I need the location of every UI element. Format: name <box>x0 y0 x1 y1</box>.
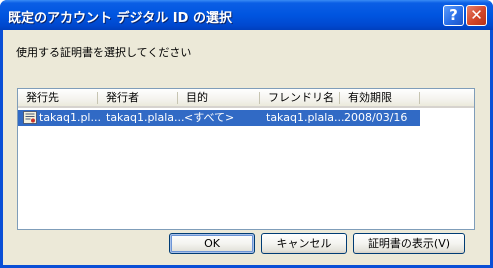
cell-issued-to: takaq1.pl... <box>39 111 101 124</box>
column-header-issued-to[interactable]: 発行先 <box>18 89 98 108</box>
title-bar[interactable]: 既定のアカウント デジタル ID の選択 ? ✕ <box>0 0 493 30</box>
certificate-list[interactable]: 発行先 発行者 目的 フレンドリ名 有効期限 takaq1.pl... taka… <box>17 88 475 230</box>
column-header-label: 発行者 <box>106 91 139 104</box>
help-button[interactable]: ? <box>443 5 464 26</box>
column-header-label: 発行先 <box>26 91 59 104</box>
view-certificate-button[interactable]: 証明書の表示(V) <box>353 233 465 254</box>
cell-friendly-name: takaq1.plala... <box>266 111 345 124</box>
dialog-window: 既定のアカウント デジタル ID の選択 ? ✕ 使用する証明書を選択してくださ… <box>0 0 493 268</box>
cell-expiration: 2008/03/16 <box>344 111 408 124</box>
column-header-label: 有効期限 <box>348 91 392 104</box>
certificate-icon <box>23 111 37 124</box>
cell-purpose: <すべて> <box>184 111 235 124</box>
cell-issued-by: takaq1.plala... <box>106 111 185 124</box>
column-header-expiration[interactable]: 有効期限 <box>340 89 420 108</box>
ok-button[interactable]: OK <box>169 233 255 254</box>
dialog-body: 使用する証明書を選択してください 発行先 発行者 目的 フレンドリ名 有効期限 <box>3 30 490 265</box>
column-header-label: 目的 <box>186 91 208 104</box>
column-header-issued-by[interactable]: 発行者 <box>98 89 178 108</box>
instruction-label: 使用する証明書を選択してください <box>16 46 192 59</box>
list-header: 発行先 発行者 目的 フレンドリ名 有効期限 <box>18 89 474 108</box>
column-header-purpose[interactable]: 目的 <box>178 89 260 108</box>
column-header-friendly-name[interactable]: フレンドリ名 <box>260 89 340 108</box>
window-title: 既定のアカウント デジタル ID の選択 <box>8 11 232 26</box>
close-button[interactable]: ✕ <box>466 5 487 26</box>
column-header-label: フレンドリ名 <box>268 91 334 104</box>
cancel-button[interactable]: キャンセル <box>261 233 347 254</box>
table-row[interactable]: takaq1.pl... takaq1.plala... <すべて> takaq… <box>18 110 420 126</box>
column-header-filler <box>420 89 474 108</box>
